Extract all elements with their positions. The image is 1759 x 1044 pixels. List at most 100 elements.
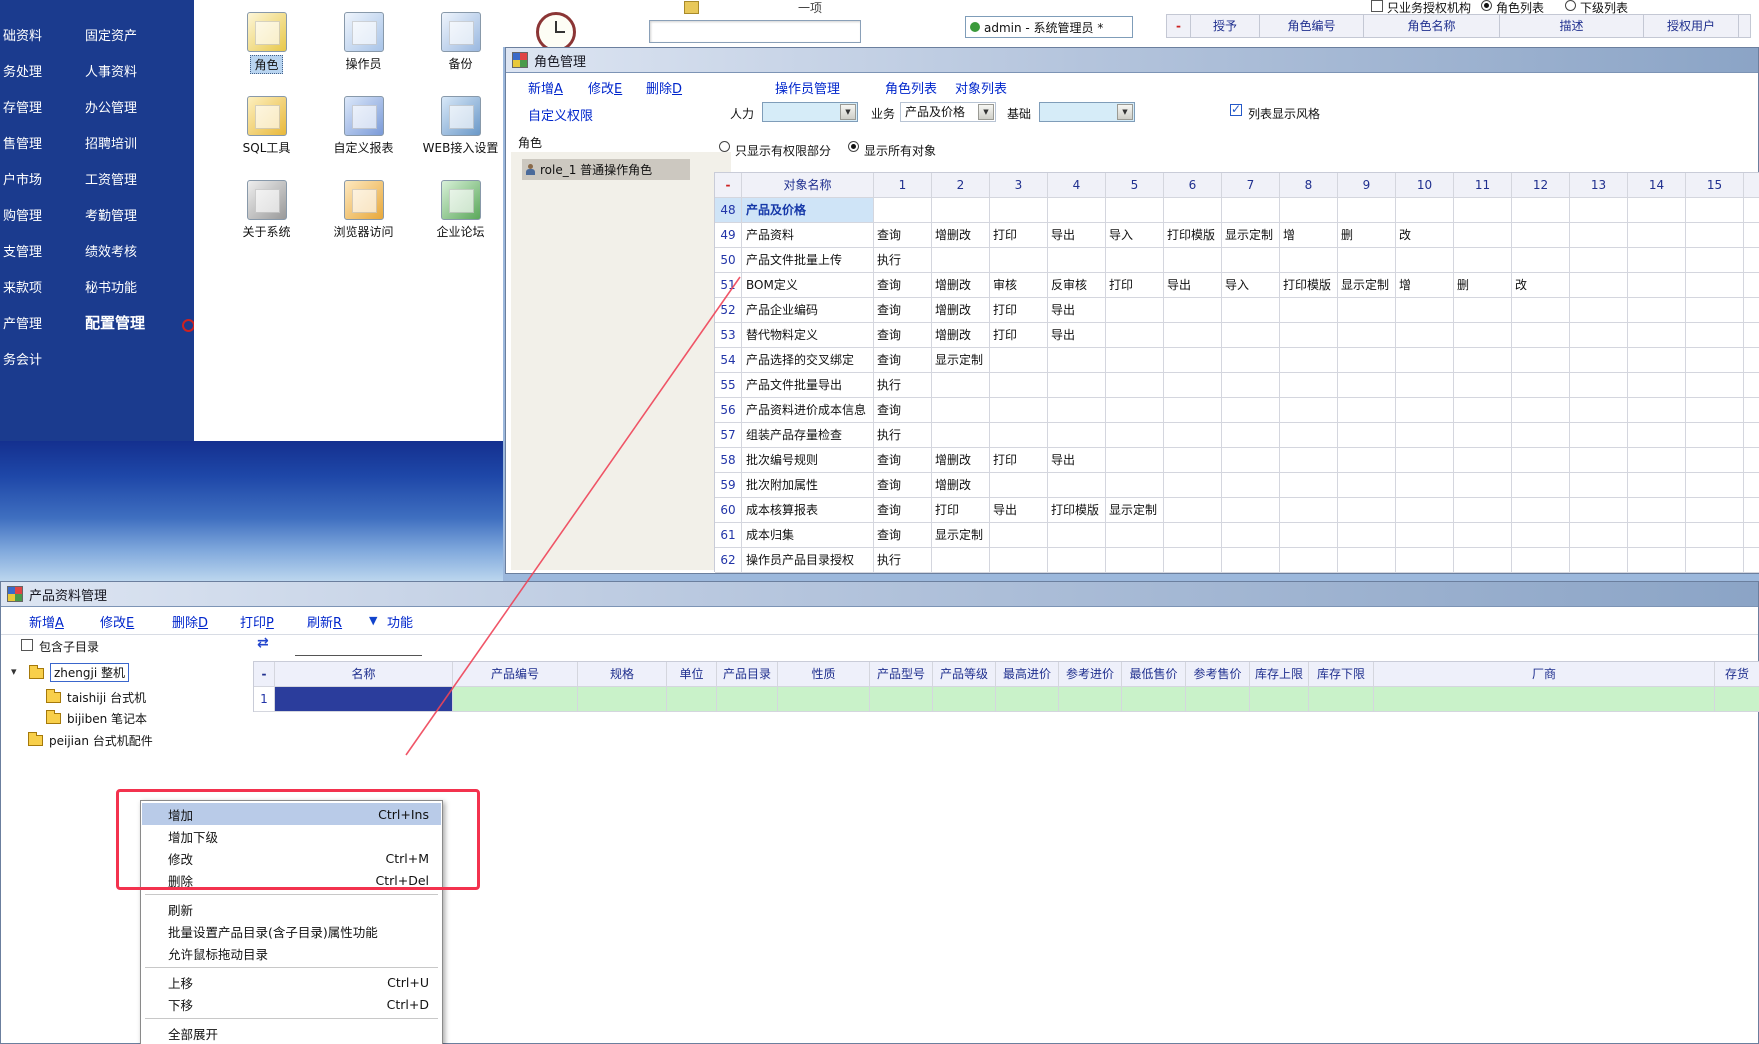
permission-cell[interactable]	[1454, 323, 1512, 348]
permission-cell[interactable]: 打印	[932, 498, 990, 523]
sidebar-item[interactable]: 秘书功能	[85, 278, 137, 300]
permission-cell[interactable]	[990, 398, 1048, 423]
permission-cell[interactable]	[1686, 498, 1744, 523]
context-menu-item[interactable]: 批量设置产品目录(含子目录)属性功能	[142, 920, 441, 942]
permission-cell[interactable]	[1570, 323, 1628, 348]
permission-cell[interactable]	[1686, 323, 1744, 348]
permission-cell[interactable]	[1628, 423, 1686, 448]
permission-cell[interactable]	[1164, 373, 1222, 398]
product-cell[interactable]	[996, 687, 1059, 712]
context-menu-item[interactable]: 增加下级	[142, 825, 441, 847]
permission-cell[interactable]: 执行	[874, 373, 932, 398]
permission-cell[interactable]: 显示定制	[1106, 498, 1164, 523]
permission-cell[interactable]	[1570, 548, 1628, 573]
refresh-button[interactable]: 刷新R	[307, 612, 342, 631]
context-menu-item[interactable]: 增加Ctrl+Ins	[142, 803, 441, 825]
permission-cell[interactable]: 查询	[874, 223, 932, 248]
object-name-cell[interactable]: 组装产品存量检查	[742, 423, 874, 448]
permission-cell[interactable]	[1338, 348, 1396, 373]
permission-cell[interactable]: 显示定制	[932, 348, 990, 373]
permission-cell[interactable]: 改	[1512, 273, 1570, 298]
product-cell[interactable]	[933, 687, 996, 712]
dropdown-arrow-icon[interactable]: ▼	[1117, 104, 1133, 120]
permission-cell[interactable]	[1454, 548, 1512, 573]
permission-cell[interactable]	[1338, 423, 1396, 448]
permission-cell[interactable]	[1222, 473, 1280, 498]
object-name-cell[interactable]: 批次编号规则	[742, 448, 874, 473]
object-name-cell[interactable]: 产品资料	[742, 223, 874, 248]
operator-manage-button[interactable]: 操作员管理	[775, 78, 840, 97]
permission-cell[interactable]: 增删改	[932, 223, 990, 248]
permission-cell[interactable]	[1570, 348, 1628, 373]
launcher-item[interactable]: 备份	[412, 12, 509, 72]
custom-permission-tab[interactable]: 自定义权限	[528, 105, 593, 124]
permission-cell[interactable]	[1512, 473, 1570, 498]
permission-cell[interactable]: 增	[1280, 223, 1338, 248]
permission-cell[interactable]	[1280, 523, 1338, 548]
permission-cell[interactable]	[1222, 498, 1280, 523]
product-column-header[interactable]: 产品目录	[717, 662, 778, 687]
permission-cell[interactable]	[1280, 498, 1338, 523]
permission-cell[interactable]	[932, 398, 990, 423]
permission-cell[interactable]	[1222, 248, 1280, 273]
product-column-header[interactable]: 最高进价	[996, 662, 1059, 687]
permission-cell[interactable]	[1512, 348, 1570, 373]
permission-cell[interactable]: 查询	[874, 448, 932, 473]
permission-cell[interactable]	[1512, 223, 1570, 248]
sidebar-item[interactable]: 户市场	[3, 170, 42, 192]
permission-cell[interactable]	[1454, 248, 1512, 273]
permission-cell[interactable]	[1222, 373, 1280, 398]
launcher-item[interactable]: 浏览器访问	[315, 180, 412, 240]
permission-cell[interactable]	[1570, 248, 1628, 273]
permission-cell[interactable]	[1222, 448, 1280, 473]
permission-cell[interactable]	[1106, 548, 1164, 573]
context-menu-item[interactable]: 上移Ctrl+U	[142, 971, 441, 993]
permission-cell[interactable]	[1454, 348, 1512, 373]
permission-cell[interactable]	[1338, 548, 1396, 573]
permission-cell[interactable]	[1164, 298, 1222, 323]
permission-cell[interactable]	[1686, 548, 1744, 573]
sidebar-item[interactable]: 工资管理	[85, 170, 137, 192]
permission-cell[interactable]	[1628, 398, 1686, 423]
permission-cell[interactable]	[1686, 223, 1744, 248]
permission-cell[interactable]	[1686, 348, 1744, 373]
permission-cell[interactable]	[1570, 398, 1628, 423]
permission-cell[interactable]	[1570, 273, 1628, 298]
permission-cell[interactable]	[1512, 248, 1570, 273]
product-cell[interactable]	[578, 687, 667, 712]
permission-cell[interactable]	[1570, 373, 1628, 398]
product-cell[interactable]	[453, 687, 578, 712]
permission-cell[interactable]	[1048, 198, 1106, 223]
permission-cell[interactable]: 执行	[874, 548, 932, 573]
permission-cell[interactable]: 导出	[1048, 323, 1106, 348]
permission-cell[interactable]	[1164, 498, 1222, 523]
sidebar-item[interactable]: 来款项	[3, 278, 42, 300]
permission-cell[interactable]: 增删改	[932, 323, 990, 348]
product-cell[interactable]	[1309, 687, 1374, 712]
object-name-cell[interactable]: 产品文件批量上传	[742, 248, 874, 273]
permission-cell[interactable]: 查询	[874, 323, 932, 348]
permission-cell[interactable]	[1106, 523, 1164, 548]
product-column-header[interactable]: 性质	[778, 662, 870, 687]
permission-cell[interactable]	[1454, 473, 1512, 498]
permission-cell[interactable]	[1338, 198, 1396, 223]
permission-cell[interactable]	[1280, 323, 1338, 348]
permission-cell[interactable]	[990, 198, 1048, 223]
sidebar-item[interactable]: 人事资料	[85, 62, 137, 84]
object-name-cell[interactable]: 产品文件批量导出	[742, 373, 874, 398]
permission-cell[interactable]	[1106, 298, 1164, 323]
permission-cell[interactable]: 增删改	[932, 273, 990, 298]
edit-button[interactable]: 修改E	[588, 78, 622, 97]
sub-list-radio[interactable]	[1565, 0, 1576, 11]
permission-cell[interactable]	[1280, 298, 1338, 323]
product-cell[interactable]	[1059, 687, 1122, 712]
permission-cell[interactable]	[1338, 398, 1396, 423]
permission-cell[interactable]	[1106, 198, 1164, 223]
expander-icon[interactable]: ▾	[11, 665, 17, 678]
context-menu-item[interactable]: 允许鼠标拖动目录	[142, 942, 441, 964]
sidebar-item[interactable]: 务会计	[3, 350, 42, 372]
permission-cell[interactable]	[1628, 223, 1686, 248]
permission-cell[interactable]	[1570, 448, 1628, 473]
permission-cell[interactable]	[1164, 423, 1222, 448]
permission-cell[interactable]	[1396, 373, 1454, 398]
